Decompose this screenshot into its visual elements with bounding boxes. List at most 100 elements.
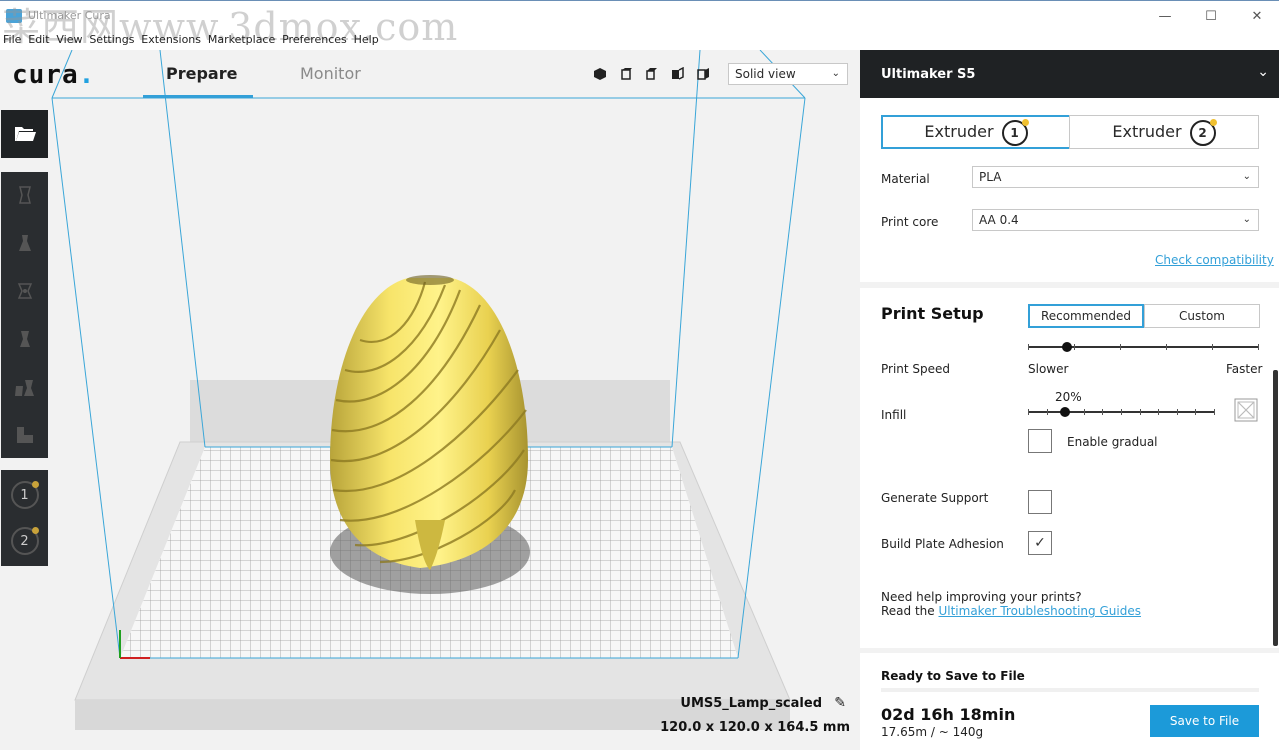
chevron-down-icon: ⌄ [831, 68, 840, 79]
view-mode-value: Solid view [735, 67, 796, 81]
print-core-label: Print core [881, 215, 939, 229]
open-file-button[interactable] [1, 110, 48, 158]
cura-logo: cura. [12, 60, 96, 90]
menu-extensions[interactable]: Extensions [141, 33, 201, 46]
print-core-select[interactable]: AA 0.4 ⌄ [972, 209, 1259, 231]
extruder-1-button[interactable]: 1 [1, 472, 48, 518]
edit-name-icon[interactable]: ✎ [834, 695, 846, 711]
rotate-tool-button[interactable] [1, 268, 48, 314]
menu-preferences[interactable]: Preferences [282, 33, 347, 46]
front-view-icon[interactable] [619, 67, 633, 81]
material-estimate: 17.65m / ~ 140g [881, 725, 984, 739]
infill-value: 20% [1055, 390, 1082, 404]
close-icon[interactable]: ✕ [1242, 7, 1272, 27]
mirror-tool-button[interactable] [1, 316, 48, 362]
menu-view[interactable]: View [56, 33, 82, 46]
slider-tick [1166, 344, 1167, 350]
menu-help[interactable]: Help [354, 33, 379, 46]
slider-tick [1212, 344, 1213, 350]
slider-tick [1084, 409, 1085, 415]
save-to-file-button[interactable]: Save to File [1150, 705, 1259, 737]
extruder-1-icon: 1 [10, 481, 39, 509]
menu-marketplace[interactable]: Marketplace [208, 33, 275, 46]
save-status: Ready to Save to File [881, 669, 1025, 683]
left-view-icon[interactable] [671, 67, 685, 81]
tool-panel [1, 172, 48, 458]
infill-label: Infill [881, 408, 907, 422]
view-mode-select[interactable]: Solid view ⌄ [728, 63, 848, 85]
extruder-tab-1[interactable]: Extruder 1 [881, 115, 1071, 149]
tab-prepare[interactable]: Prepare [166, 64, 237, 83]
tab-monitor[interactable]: Monitor [300, 64, 361, 83]
cura-app-icon [6, 9, 22, 23]
top-view-icon[interactable] [645, 67, 659, 81]
extruder-toolbar: 1 2 [1, 470, 48, 566]
slider-tick [1195, 409, 1196, 415]
stage-topbar: cura. Prepare Monitor Solid view ⌄ [0, 50, 860, 98]
window-title: Ultimaker Cura [28, 9, 111, 22]
slider-tick [1214, 409, 1215, 415]
support-blocker-icon [16, 427, 33, 443]
print-time: 02d 16h 18min [881, 705, 1016, 724]
print-setup-section: Print Setup Recommended Custom Print Spe… [860, 288, 1279, 648]
check-compatibility-link[interactable]: Check compatibility [1155, 253, 1274, 267]
maximize-icon[interactable]: ☐ [1196, 7, 1226, 27]
print-speed-min-label: Slower [1028, 362, 1069, 376]
slider-tick [1047, 409, 1048, 415]
object-dimensions: 120.0 x 120.0 x 164.5 mm [660, 720, 850, 735]
extruder-section: Extruder 1 Extruder 2 Material PLA ⌄ Print… [860, 98, 1279, 282]
custom-mode-button[interactable]: Custom [1144, 304, 1260, 328]
build-plate-adhesion-label: Build Plate Adhesion [881, 537, 1004, 551]
print-speed-max-label: Faster [1226, 362, 1263, 376]
enable-gradual-checkbox[interactable] [1028, 429, 1052, 453]
enable-gradual-label: Enable gradual [1067, 435, 1158, 449]
menu-file[interactable]: File [3, 33, 21, 46]
extruder-1-badge-icon: 1 [1001, 118, 1029, 146]
slider-tick [1258, 344, 1259, 350]
minimize-icon[interactable]: — [1150, 7, 1180, 27]
print-speed-label: Print Speed [881, 362, 951, 376]
per-model-settings-button[interactable] [1, 364, 48, 410]
save-section: Ready to Save to File 02d 16h 18min 17.6… [860, 653, 1279, 750]
troubleshooting-guides-link[interactable]: Ultimaker Troubleshooting Guides [938, 604, 1140, 618]
per-model-settings-icon [14, 380, 34, 396]
chevron-down-icon: ⌄ [1242, 214, 1251, 225]
move-icon [18, 186, 31, 204]
window-titlebar: Ultimaker Cura 菜西网www.3dmox.com — ☐ ✕ [0, 0, 1279, 47]
infill-handle[interactable] [1060, 407, 1071, 417]
menu-settings[interactable]: Settings [89, 33, 134, 46]
material-value: PLA [979, 170, 1002, 184]
3d-view-icon[interactable] [593, 67, 607, 81]
build-plate-adhesion-checkbox[interactable]: ✓ [1028, 531, 1052, 555]
generate-support-checkbox[interactable] [1028, 490, 1052, 514]
extruder-2-badge-icon: 2 [1189, 118, 1217, 146]
material-select[interactable]: PLA ⌄ [972, 166, 1259, 188]
move-tool-button[interactable] [1, 172, 48, 218]
slider-tick [1074, 344, 1075, 350]
active-tab-indicator [143, 95, 253, 98]
progress-track [881, 688, 1259, 692]
chevron-down-icon: ⌄ [1257, 64, 1269, 80]
extruder-2-button[interactable]: 2 [1, 518, 48, 564]
infill-pattern-icon [1234, 398, 1258, 422]
panel-scrollbar[interactable] [1273, 370, 1278, 646]
menu-edit[interactable]: Edit [28, 33, 49, 46]
recommended-mode-button[interactable]: Recommended [1028, 304, 1144, 328]
slider-tick [1120, 344, 1121, 350]
checkmark-icon: ✓ [1034, 535, 1046, 551]
extruder-tab-2[interactable]: Extruder 2 [1069, 115, 1259, 149]
print-speed-handle[interactable] [1062, 342, 1073, 352]
folder-open-icon [14, 127, 36, 141]
support-blocker-button[interactable] [1, 412, 48, 458]
right-view-icon[interactable] [697, 67, 711, 81]
build-volume-scene [51, 50, 806, 730]
lamp-model[interactable] [330, 275, 528, 570]
3d-viewport[interactable]: cura. Prepare Monitor Solid view ⌄ 1 2 U… [0, 50, 860, 750]
object-name: UMS5_Lamp_scaled [680, 696, 822, 711]
scale-tool-button[interactable] [1, 220, 48, 266]
help-prefix: Read the Ultimaker Troubleshooting Guide… [881, 604, 1141, 618]
printer-name: Ultimaker S5 [881, 67, 976, 82]
generate-support-label: Generate Support [881, 491, 989, 505]
printer-selector[interactable]: Ultimaker S5 ⌄ [860, 50, 1279, 98]
print-setup-title: Print Setup [881, 304, 984, 323]
